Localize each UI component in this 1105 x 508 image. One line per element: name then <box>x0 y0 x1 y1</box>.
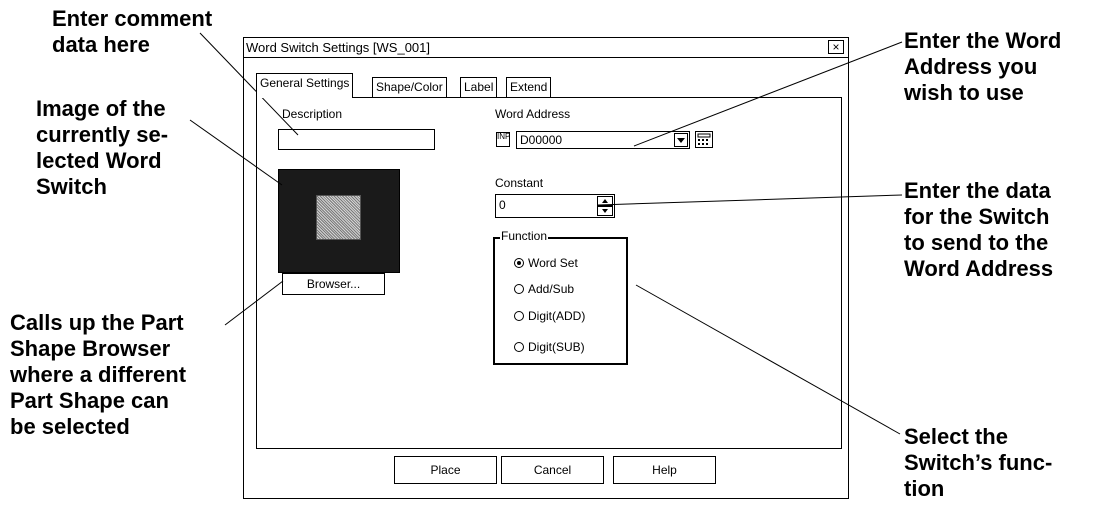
leader-line-constant <box>597 194 903 206</box>
leader-line-word-address <box>633 41 903 147</box>
tab-general-settings[interactable]: General Settings <box>256 73 354 98</box>
leader-line-function <box>635 284 901 435</box>
leader-line-image <box>189 119 283 186</box>
callout-leader-lines <box>189 32 903 435</box>
leader-line-browser <box>224 280 284 326</box>
